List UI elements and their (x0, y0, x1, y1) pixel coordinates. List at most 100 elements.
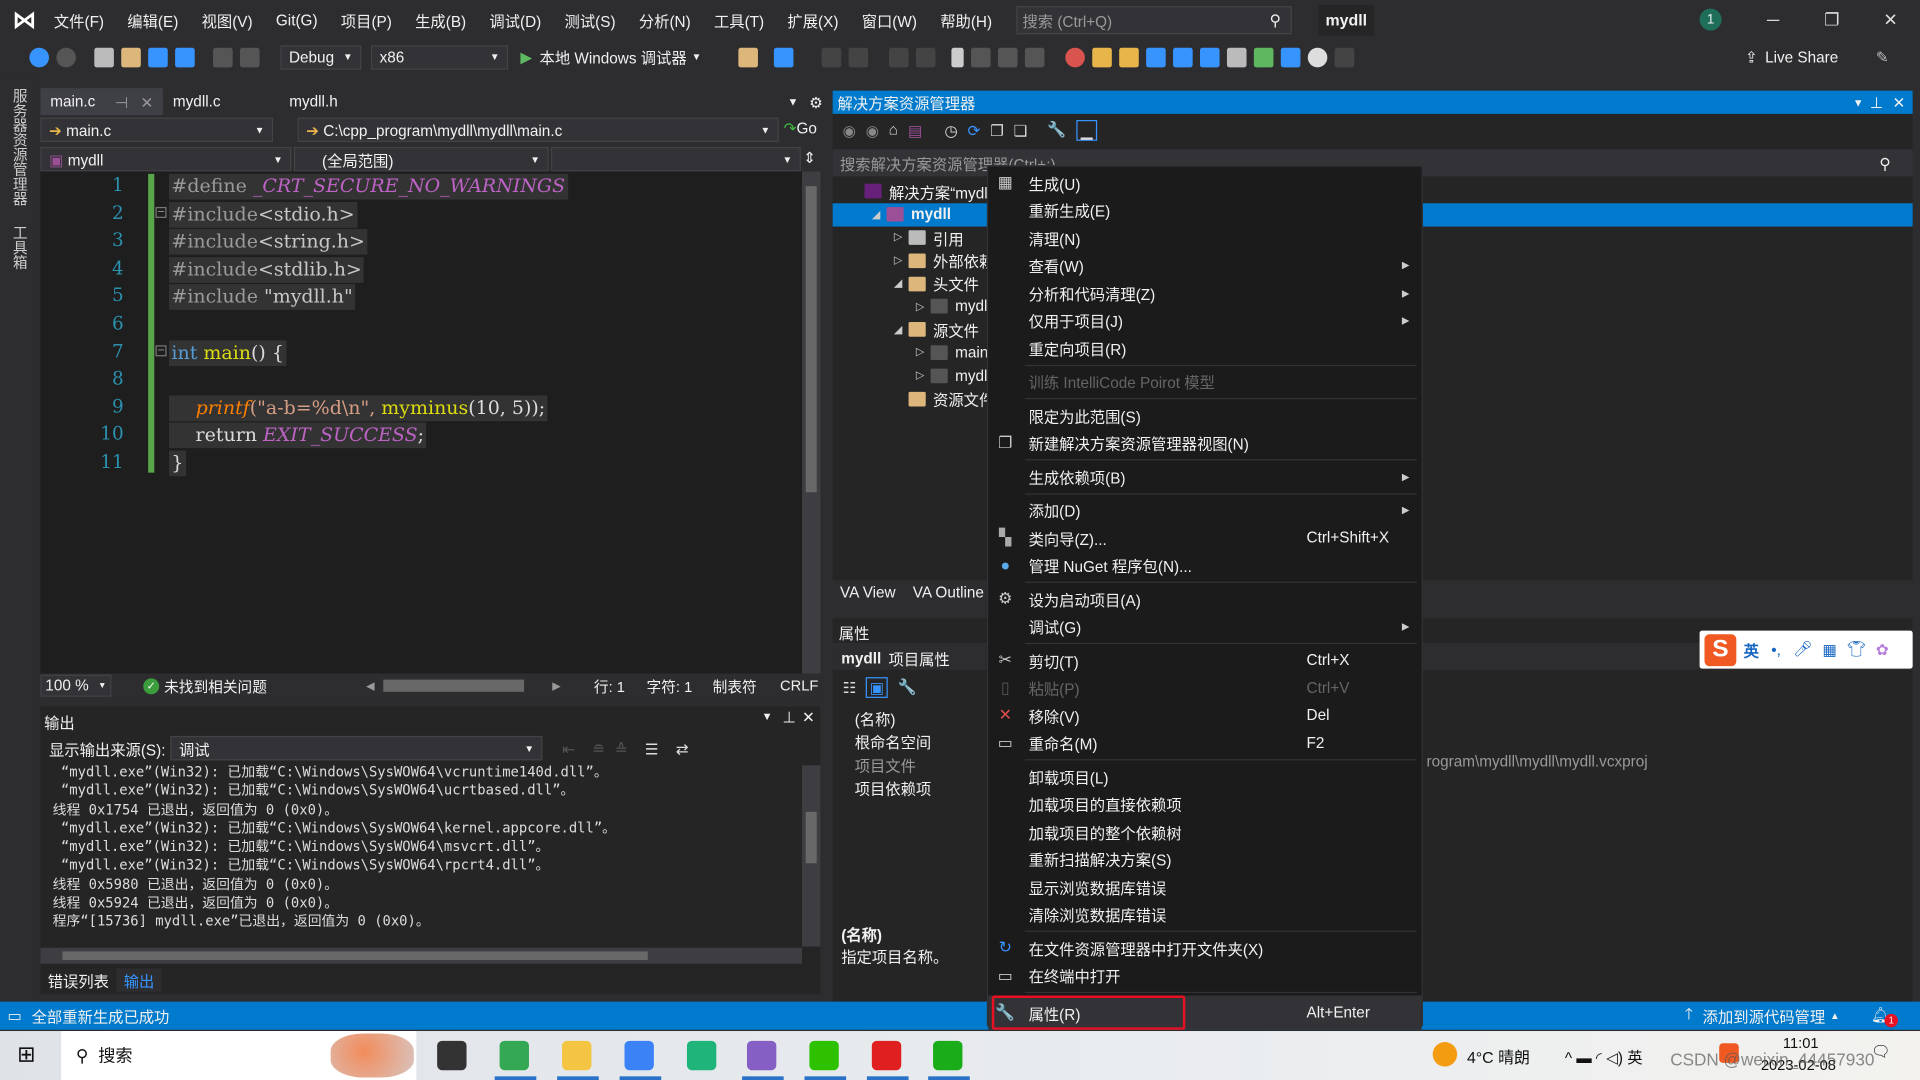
expand-arrow-icon[interactable]: ▷ (916, 369, 931, 382)
pin-icon[interactable]: ⊥ (1870, 93, 1883, 111)
menu-item[interactable]: 限定为此范围(S) (988, 402, 1421, 430)
menu-item[interactable]: 清理(N) (988, 224, 1421, 252)
menu-item[interactable]: 文件(F) (54, 9, 104, 32)
pin-icon[interactable]: ⊥ (782, 708, 795, 726)
close-icon[interactable]: ✕ (802, 708, 815, 726)
code-editor[interactable]: 1 #define _CRT_SECURE_NO_WARNINGS 2 #includ… (40, 171, 803, 674)
sync-icon[interactable]: ⟳ (968, 121, 981, 139)
spell-check-icon[interactable] (1253, 47, 1274, 67)
menu-item[interactable]: 分析(N) (639, 9, 691, 32)
clear-all-icon[interactable]: ☰ (645, 739, 659, 757)
categorized-icon[interactable]: ☷ (842, 678, 856, 697)
microphone-icon[interactable]: 🎤︎ (1793, 640, 1812, 658)
tab-main-c[interactable]: main.c ⊣ ✕ (40, 88, 164, 116)
browser-icon[interactable] (773, 47, 794, 67)
path-dropdown[interactable]: ➔ C:\cpp_program\mydll\mydll\main.c ▼ (297, 117, 779, 143)
collapse-all-icon[interactable]: ❐ (990, 121, 1004, 139)
code-line[interactable]: printf("a-b=%d\n", myminus(10, 5)); (168, 395, 548, 421)
project-dropdown[interactable]: ▣ mydll ▼ (40, 146, 292, 172)
punctuation-icon[interactable]: •, (1771, 641, 1781, 658)
indent-icon[interactable] (821, 47, 841, 67)
editor-scrollbar[interactable] (802, 171, 821, 674)
menu-item[interactable]: ✂ 剪切(T) Ctrl+X (988, 647, 1421, 675)
properties-wrench-icon[interactable]: 🔧 (1047, 121, 1066, 139)
visual-studio-icon[interactable] (746, 1040, 777, 1071)
back-icon[interactable]: ◉ (842, 121, 855, 139)
chrome-icon[interactable] (499, 1040, 529, 1071)
find-references-icon[interactable] (1145, 47, 1166, 67)
member-dropdown[interactable]: ▼ (551, 146, 801, 172)
menu-item[interactable]: ▦ 生成(U) (988, 169, 1421, 197)
scroll-thumb[interactable] (805, 186, 817, 493)
restore-button[interactable]: ❐ (1820, 7, 1844, 31)
notification-badge[interactable]: 1 (1699, 8, 1722, 31)
server-explorer-tab[interactable]: 服务器资源管理器 (10, 88, 31, 206)
undo-icon[interactable] (213, 47, 233, 67)
output-hscrollbar[interactable] (40, 947, 803, 964)
menu-item[interactable]: 调试(G) ▶ (988, 613, 1421, 641)
menu-item[interactable]: 扩展(X) (787, 9, 838, 32)
file-dropdown[interactable]: ➔ main.c ▼ (40, 117, 274, 143)
menu-item[interactable]: 编辑(E) (127, 9, 178, 32)
find-message-icon[interactable]: ⇤ (562, 739, 575, 757)
home-icon[interactable]: ⌂ (889, 121, 898, 138)
code-line[interactable]: } (168, 450, 186, 477)
show-all-files-icon[interactable]: ❏ (1014, 121, 1028, 139)
close-icon[interactable]: ✕ (1892, 93, 1905, 111)
expand-arrow-icon[interactable]: ▷ (894, 231, 909, 244)
property-name[interactable]: 项目依赖项 (855, 776, 932, 799)
bookmark-icon[interactable] (951, 47, 964, 67)
save-icon[interactable] (148, 47, 168, 67)
menu-item[interactable]: ↻ 在文件资源管理器中打开文件夹(X) (988, 934, 1421, 962)
feedback-icon[interactable]: ✎ (1876, 48, 1889, 66)
taskbar-search[interactable]: ⚲ 搜索 (61, 1031, 417, 1080)
property-name[interactable]: 根命名空间 (855, 730, 932, 753)
menu-item[interactable]: 窗口(W) (862, 9, 917, 32)
zoom-dropdown[interactable]: 100 % ▼ (40, 674, 112, 697)
dropdown-icon[interactable]: ▼ (762, 710, 773, 722)
config-dropdown[interactable]: Debug ▼ (280, 44, 362, 70)
menu-item[interactable]: 调试(D) (489, 9, 541, 32)
menu-item[interactable]: 仅用于项目(J) ▶ (988, 307, 1421, 335)
minimize-button[interactable]: ─ (1761, 7, 1785, 31)
tab-mydll-h[interactable]: mydll.h (279, 88, 347, 115)
menu-item[interactable]: 查看(W) ▶ (988, 252, 1421, 280)
open-header-icon[interactable] (1280, 47, 1301, 67)
toolbox-icon[interactable]: ✿ (1876, 640, 1889, 659)
expand-arrow-icon[interactable]: ◢ (894, 323, 909, 336)
va-tomato-icon[interactable] (1064, 47, 1085, 67)
menu-item[interactable]: ● 管理 NuGet 程序包(N)... (988, 552, 1421, 580)
go-button[interactable]: ↷ Go (784, 119, 817, 137)
code-line[interactable]: #include<stdlib.h> (168, 256, 365, 283)
wechat-icon[interactable] (809, 1040, 839, 1071)
code-line[interactable]: #include<stdio.h> (168, 201, 358, 228)
next-bookmark-icon[interactable] (997, 47, 1018, 67)
property-wrench-icon[interactable]: 🔧 (898, 678, 917, 696)
forward-icon[interactable] (56, 47, 76, 67)
menu-item[interactable]: 生成依赖项(B) ▶ (988, 463, 1421, 491)
menu-item[interactable]: Git(G) (276, 12, 318, 29)
property-value[interactable]: rogram\mydll\mydll\mydll.vcxproj (1427, 753, 1648, 770)
menu-item[interactable]: 重新扫描解决方案(S) (988, 846, 1421, 874)
menu-item[interactable]: 工具(T) (714, 9, 764, 32)
clear-bookmarks-icon[interactable] (1024, 47, 1045, 67)
tab-va-outline[interactable]: VA Outline (913, 584, 984, 601)
search-input[interactable]: 搜索 (Ctrl+Q) ⚲ (1016, 6, 1292, 35)
skin-icon[interactable]: 👕︎ (1847, 640, 1866, 658)
word-wrap-icon[interactable]: ⇄ (676, 739, 689, 757)
menu-item[interactable]: 重定向项目(R) (988, 334, 1421, 362)
output-scrollbar[interactable] (802, 765, 821, 947)
next-message-icon[interactable]: ≙ (615, 739, 628, 757)
preview-icon[interactable]: ▁ (1075, 119, 1098, 141)
tabs-indicator[interactable]: 制表符 (713, 675, 757, 696)
back-icon[interactable] (29, 47, 49, 67)
start-debug-button[interactable]: ▶ 本地 Windows 调试器 ▼ (520, 45, 701, 68)
platform-dropdown[interactable]: x86 ▼ (371, 44, 509, 70)
pending-changes-icon[interactable]: ◷ (944, 121, 957, 139)
property-pages-icon[interactable]: ▣ (865, 677, 888, 698)
code-line[interactable]: #define _CRT_SECURE_NO_WARNINGS (168, 173, 568, 200)
menu-item[interactable]: 加载项目的整个依赖树 (988, 818, 1421, 846)
menu-item[interactable]: 分析和代码清理(Z) ▶ (988, 279, 1421, 307)
output-text[interactable]: “mydll.exe”(Win32): 已加载“C:\Windows\SysWO… (53, 763, 616, 932)
expand-arrow-icon[interactable]: ▷ (916, 346, 931, 359)
